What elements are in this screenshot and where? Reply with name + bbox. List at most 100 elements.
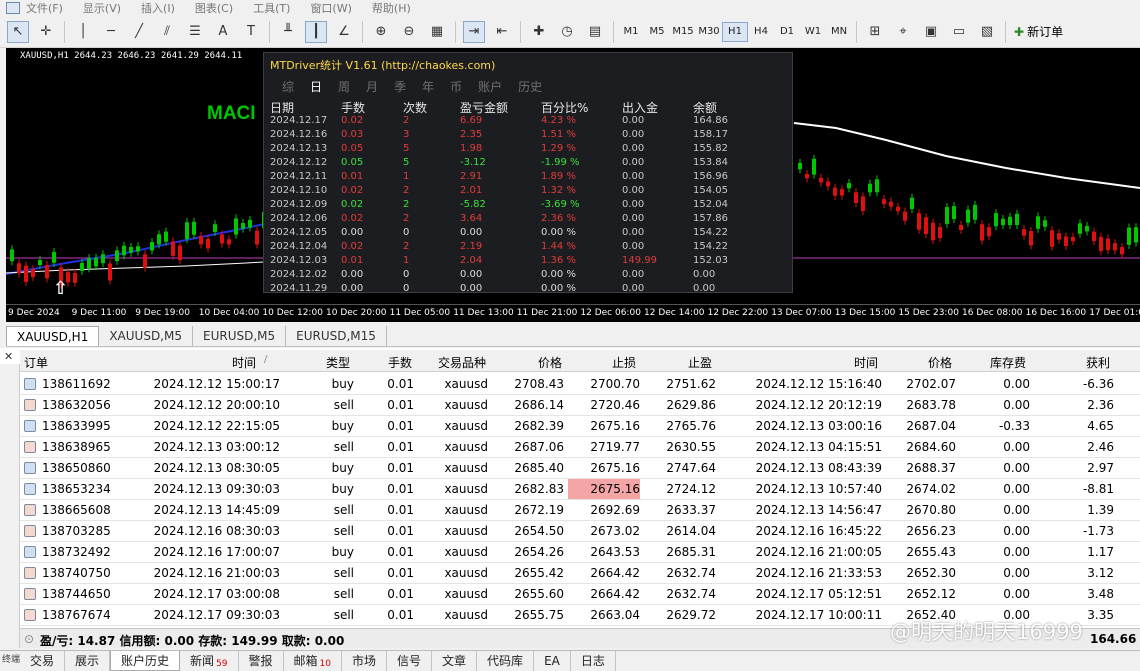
col-close-price[interactable]: 价格	[928, 354, 952, 371]
terminal-tab[interactable]: 文章	[432, 650, 478, 671]
terminal-tab[interactable]: 市场	[342, 650, 388, 671]
zoom-out-icon[interactable]: ⊖	[398, 21, 420, 43]
col-swap[interactable]: 库存费	[990, 354, 1026, 371]
chart-shift-icon[interactable]: ⇤	[491, 21, 513, 43]
table-row[interactable]: 138703285 2024.12.16 08:30:03 sell 0.01 xauu…	[20, 521, 1140, 542]
timeframe-m1[interactable]: M1	[618, 22, 644, 42]
autoscroll-icon[interactable]: ⇥	[463, 20, 485, 43]
stats-tab[interactable]: 年	[422, 78, 434, 95]
table-row[interactable]: 138665608 2024.12.13 14:45:09 sell 0.01 xauu…	[20, 500, 1140, 521]
label-icon[interactable]: T	[240, 21, 262, 43]
table-row[interactable]: 138744650 2024.12.17 03:00:08 sell 0.01 xauu…	[20, 584, 1140, 605]
timeframe-d1[interactable]: D1	[774, 22, 800, 42]
timeframe-mn[interactable]: MN	[826, 22, 852, 42]
menu-charts[interactable]: 图表(C)	[195, 0, 233, 16]
table-row[interactable]: 138611692 2024.12.12 15:00:17 buy 0.01 xauus…	[20, 374, 1140, 395]
terminal-tab[interactable]: EA	[534, 650, 571, 671]
table-row[interactable]: 138632056 2024.12.12 20:00:10 sell 0.01 xauu…	[20, 395, 1140, 416]
timeframe-h1[interactable]: H1	[722, 21, 748, 42]
menu-insert[interactable]: 插入(I)	[141, 0, 175, 16]
terminal-tab[interactable]: 交易	[20, 650, 66, 671]
stats-tab[interactable]: 季	[394, 78, 406, 95]
bar-chart-icon[interactable]: ╨	[277, 21, 299, 43]
cell-open-price: 2654.26	[514, 545, 564, 559]
col-lots[interactable]: 手数	[388, 354, 412, 371]
vertical-line-icon[interactable]: │	[72, 21, 94, 43]
timeframe-m30[interactable]: M30	[696, 22, 722, 42]
market-watch-icon[interactable]: ⊞	[864, 21, 886, 43]
stats-tab[interactable]: 月	[366, 78, 378, 95]
cursor-icon[interactable]: ↖	[7, 20, 29, 43]
text-icon[interactable]: A	[212, 21, 234, 43]
data-window-icon[interactable]: ▣	[920, 21, 942, 43]
table-row[interactable]: 138650860 2024.12.13 08:30:05 buy 0.01 xauus…	[20, 458, 1140, 479]
candle	[87, 258, 91, 269]
zoom-in-icon[interactable]: ⊕	[370, 21, 392, 43]
templates-icon[interactable]: ▤	[584, 21, 606, 43]
fibonacci-icon[interactable]: ☰	[184, 21, 206, 43]
menu-help[interactable]: 帮助(H)	[372, 0, 411, 16]
menu-window[interactable]: 窗口(W)	[310, 0, 351, 16]
terminal-icon[interactable]: ▭	[948, 21, 970, 43]
sort-icon[interactable]: /	[264, 354, 267, 365]
chart-tab[interactable]: EURUSD,M5	[193, 326, 287, 346]
stats-tab[interactable]: 账户	[478, 78, 502, 95]
stats-tab[interactable]: 周	[338, 78, 350, 95]
col-sl[interactable]: 止损	[612, 354, 636, 371]
indicators-icon[interactable]: ✚	[528, 21, 550, 43]
table-row[interactable]: 138653234 2024.12.13 09:30:03 buy 0.01 xauus…	[20, 479, 1140, 500]
col-close-time[interactable]: 时间	[854, 354, 878, 371]
col-profit[interactable]: 获利	[1086, 354, 1110, 371]
terminal-tab[interactable]: 警报	[239, 650, 284, 671]
table-row[interactable]: 138638965 2024.12.13 03:00:12 sell 0.01 xauu…	[20, 437, 1140, 458]
col-open-time[interactable]: 时间	[232, 354, 256, 371]
candle	[833, 187, 837, 196]
terminal-tab[interactable]: 代码库	[477, 650, 535, 671]
chart-tab[interactable]: XAUUSD,M5	[99, 326, 193, 346]
trendline-icon[interactable]: ╱	[128, 21, 150, 43]
terminal-tab[interactable]: 新闻 59	[180, 650, 239, 671]
timeframe-w1[interactable]: W1	[800, 22, 826, 42]
new-order-button[interactable]: ✚ 新订单	[1014, 23, 1063, 40]
candlestick-icon[interactable]: ┃	[305, 20, 327, 43]
stats-cell-bal: 152.04	[693, 199, 728, 210]
terminal-tab[interactable]: 日志	[571, 650, 616, 671]
tester-icon[interactable]: ▧	[976, 21, 998, 43]
col-order[interactable]: 订单	[24, 354, 48, 371]
close-icon[interactable]: ✕	[4, 350, 13, 363]
horizontal-line-icon[interactable]: ─	[100, 21, 122, 43]
terminal-tab[interactable]: 展示	[65, 650, 111, 671]
line-chart-icon[interactable]: ∠	[333, 21, 355, 43]
navigator-icon[interactable]: ⌖	[892, 21, 914, 43]
menu-view[interactable]: 显示(V)	[83, 0, 121, 16]
menu-file[interactable]: 文件(F)	[26, 0, 63, 16]
col-type[interactable]: 类型	[326, 354, 350, 371]
col-open-price[interactable]: 价格	[538, 354, 562, 371]
col-tp[interactable]: 止盈	[688, 354, 712, 371]
chart-tab[interactable]: EURUSD,M15	[286, 326, 387, 346]
crosshair-icon[interactable]: ✛	[35, 21, 57, 43]
chart-tab[interactable]: XAUUSD,H1	[6, 326, 100, 346]
tile-windows-icon[interactable]: ▦	[426, 21, 448, 43]
periods-icon[interactable]: ◷	[556, 21, 578, 43]
stats-panel[interactable]: MTDriver统计 V1.61 (http://chaokes.com) 综日…	[263, 52, 793, 294]
stats-tab[interactable]: 币	[450, 78, 462, 95]
terminal-tab[interactable]: 账户历史	[110, 650, 181, 671]
table-row[interactable]: 138732492 2024.12.16 17:00:07 buy 0.01 xauus…	[20, 542, 1140, 563]
terminal-tab[interactable]: 邮箱 10	[284, 650, 342, 671]
timeframe-m5[interactable]: M5	[644, 22, 670, 42]
stats-tab[interactable]: 综	[282, 78, 294, 95]
table-row[interactable]: 138740750 2024.12.16 21:00:03 sell 0.01 xauu…	[20, 563, 1140, 584]
candle	[826, 181, 830, 187]
terminal-tab[interactable]: 信号	[387, 650, 433, 671]
table-row[interactable]: 138633995 2024.12.12 22:15:05 buy 0.01 xauus…	[20, 416, 1140, 437]
channel-icon[interactable]: ⫽	[156, 21, 178, 43]
stats-header: 日期 手数 次数 盈亏金额 百分比% 出入金 余额	[269, 99, 789, 115]
col-symbol[interactable]: 交易品种	[438, 354, 486, 371]
stats-tab[interactable]: 历史	[518, 78, 542, 95]
menu-tools[interactable]: 工具(T)	[253, 0, 290, 16]
stats-tab[interactable]: 日	[310, 78, 322, 95]
timeframe-h4[interactable]: H4	[748, 22, 774, 42]
timeframe-m15[interactable]: M15	[670, 22, 696, 42]
stats-cell-date: 2024.12.09	[270, 199, 328, 210]
